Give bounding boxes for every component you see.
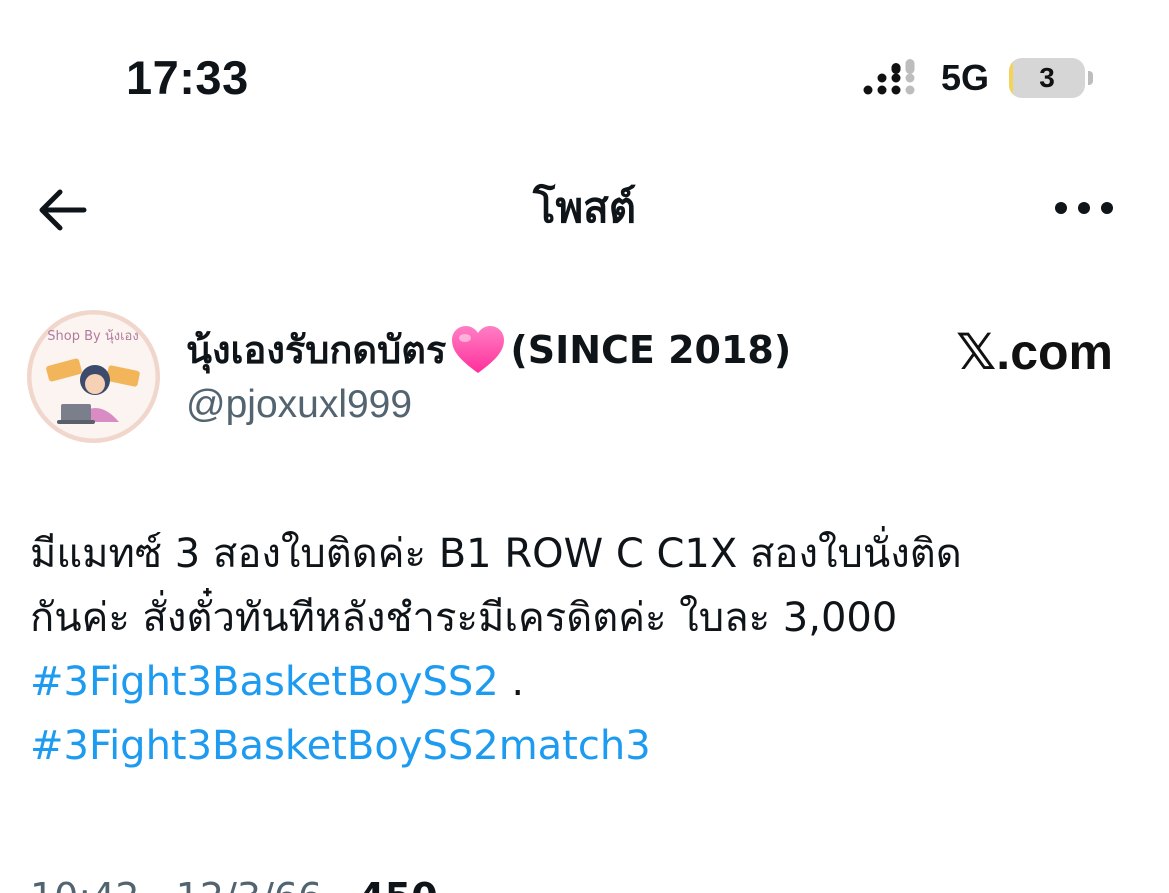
battery-level: 3 xyxy=(1039,62,1055,93)
battery-cap xyxy=(1088,71,1093,85)
tweet-line-1: มีแมทซ์ 3 สองใบติดค่ะ B1 ROW C C1X สองใบ… xyxy=(30,531,962,577)
signal-bars-icon xyxy=(863,59,915,95)
hashtag-link-1[interactable]: #3Fight3BasketBoySS2 xyxy=(30,659,499,705)
display-name-suffix: (SINCE 2018) xyxy=(510,328,792,372)
pink-heart-icon xyxy=(452,326,505,373)
status-indicators: 5G 3 xyxy=(863,52,1093,104)
battery-indicator: 3 xyxy=(1009,58,1085,98)
more-options-button[interactable] xyxy=(1049,188,1119,228)
avatar-image: Shop By นุ้งเอง xyxy=(31,314,156,439)
avatar[interactable]: Shop By นุ้งเอง xyxy=(27,310,160,443)
tweet-meta: 10:42 · 12/3/66 450 xyxy=(30,872,438,893)
tweet-separator: . xyxy=(498,659,525,705)
author-display-name[interactable]: นุ้งเองรับกดบัตร (SINCE 2018) xyxy=(186,322,791,378)
network-type: 5G xyxy=(940,57,989,98)
display-name-text: นุ้งเองรับกดบัตร xyxy=(186,328,447,372)
more-horizontal-icon xyxy=(1055,202,1113,214)
tweet-text: มีแมทซ์ 3 สองใบติดค่ะ B1 ROW C C1X สองใบ… xyxy=(30,522,1130,778)
hashtag-link-2[interactable]: #3Fight3BasketBoySS2match3 xyxy=(30,723,651,769)
tweet-line-3: #3Fight3BasketBoySS2 . xyxy=(30,650,1130,714)
status-time: 17:33 xyxy=(126,51,249,104)
source-watermark: 𝕏.com xyxy=(956,324,1113,380)
author-username[interactable]: @pjoxuxl999 xyxy=(186,380,412,430)
page-title: โพสต์ xyxy=(532,183,637,232)
tweet-line-4: #3Fight3BasketBoySS2match3 xyxy=(30,714,1130,778)
tweet-views: 450 xyxy=(358,875,437,893)
avatar-logo-text: Shop By นุ้งเอง xyxy=(47,329,138,344)
tweet-timestamp[interactable]: 10:42 · 12/3/66 xyxy=(30,875,322,893)
tweet-line-2: กันค่ะ สั่งตั๋วทันทีหลังชำระมีเครดิตค่ะ … xyxy=(30,595,898,641)
